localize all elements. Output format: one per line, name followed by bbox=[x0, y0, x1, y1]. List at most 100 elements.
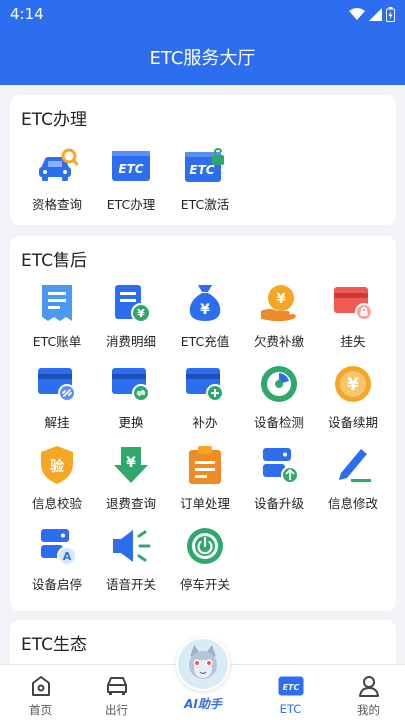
svg-text:¥: ¥ bbox=[347, 375, 359, 395]
item-label: 设备检测 bbox=[253, 415, 304, 430]
svg-text:¥: ¥ bbox=[200, 302, 210, 318]
grid-item-device-upgrade[interactable]: 设备升级 bbox=[242, 444, 316, 512]
item-label: 设备续期 bbox=[327, 415, 378, 430]
item-label: 设备启停 bbox=[31, 577, 82, 592]
signal-icon bbox=[369, 7, 382, 21]
item-label: 订单处理 bbox=[179, 496, 230, 511]
section-title: ETC售后 bbox=[21, 251, 87, 271]
reissue-card-icon bbox=[184, 363, 226, 405]
page-title: ETC服务大厅 bbox=[149, 47, 256, 69]
status-time: 4:14 bbox=[10, 5, 44, 23]
device-toggle-icon: A bbox=[36, 525, 78, 567]
money-bag-icon: ¥ bbox=[184, 282, 226, 324]
grid-item-arrears-payment[interactable]: ¥ 欠费补缴 bbox=[242, 282, 316, 350]
device-renew-icon: ¥ bbox=[332, 363, 374, 405]
tab-label: ETC bbox=[279, 702, 302, 716]
grid-item-info-verify[interactable]: 验 信息校验 bbox=[20, 444, 94, 512]
item-label: 资格查询 bbox=[31, 197, 82, 212]
profile-icon bbox=[356, 673, 382, 699]
ai-assistant-button[interactable] bbox=[176, 637, 230, 691]
item-label: 退费查询 bbox=[105, 496, 156, 511]
home-icon bbox=[28, 673, 54, 699]
section-title: ETC生态 bbox=[21, 635, 87, 655]
grid-item-etc-apply[interactable]: ETC ETC办理 bbox=[94, 145, 168, 213]
grid-item-etc-recharge[interactable]: ¥ ETC充值 bbox=[168, 282, 242, 350]
device-upgrade-icon bbox=[258, 444, 300, 486]
item-label: 欠费补缴 bbox=[253, 334, 304, 349]
etc-handle-card: ETC办理 资格查询 ETC ETC办理 ETC ETC激活 bbox=[10, 95, 396, 225]
battery-icon bbox=[386, 6, 395, 22]
status-bar: 4:14 bbox=[0, 0, 405, 28]
svg-text:ETC: ETC bbox=[118, 162, 143, 176]
svg-text:ETC: ETC bbox=[282, 683, 299, 692]
car-icon bbox=[104, 673, 130, 699]
etc-activate-icon: ETC bbox=[184, 145, 226, 187]
device-check-icon bbox=[258, 363, 300, 405]
section-title: ETC办理 bbox=[21, 110, 87, 130]
report-loss-icon bbox=[332, 282, 374, 324]
etc-card-icon: ETC bbox=[110, 145, 152, 187]
order-clipboard-icon bbox=[184, 444, 226, 486]
tab-mine[interactable]: 我的 bbox=[328, 665, 405, 720]
car-search-icon bbox=[36, 145, 78, 187]
item-label: 挂失 bbox=[340, 334, 366, 349]
etc-tab-icon: ETC bbox=[278, 673, 304, 699]
consumption-detail-icon: ¥ bbox=[110, 282, 152, 324]
tab-etc[interactable]: ETC ETC bbox=[250, 665, 331, 720]
arrears-payment-icon: ¥ bbox=[258, 282, 300, 324]
verify-shield-icon: 验 bbox=[36, 444, 78, 486]
item-label: 补办 bbox=[192, 415, 218, 430]
grid-item-qualification[interactable]: 资格查询 bbox=[20, 145, 94, 213]
app-header: ETC服务大厅 bbox=[0, 28, 405, 85]
svg-text:¥: ¥ bbox=[137, 307, 145, 320]
etc-after-sales-card: ETC售后 ETC账单 ¥ 消费明细 ¥ ETC充值 ¥ 欠费补缴 挂失 解挂 … bbox=[10, 236, 396, 611]
refund-query-icon: ¥ bbox=[110, 444, 152, 486]
svg-text:¥: ¥ bbox=[126, 455, 136, 471]
svg-text:¥: ¥ bbox=[276, 292, 285, 307]
ai-assistant-icon bbox=[189, 645, 217, 679]
grid-item-device-toggle[interactable]: A 设备启停 bbox=[20, 525, 94, 593]
item-label: 更换 bbox=[118, 415, 144, 430]
speaker-icon bbox=[110, 525, 152, 567]
item-label: 设备升级 bbox=[253, 496, 304, 511]
item-label: 消费明细 bbox=[105, 334, 156, 349]
grid-item-info-edit[interactable]: 信息修改 bbox=[316, 444, 390, 512]
grid-item-etc-activate[interactable]: ETC ETC激活 bbox=[168, 145, 242, 213]
edit-pen-icon bbox=[332, 444, 374, 486]
grid-item-replace[interactable]: 更换 bbox=[94, 363, 168, 431]
item-label: 停车开关 bbox=[179, 577, 230, 592]
power-icon bbox=[184, 525, 226, 567]
bill-icon bbox=[36, 282, 78, 324]
grid-item-report-loss[interactable]: 挂失 bbox=[316, 282, 390, 350]
grid-item-parking-switch[interactable]: 停车开关 bbox=[168, 525, 242, 593]
grid-item-unlink[interactable]: 解挂 bbox=[20, 363, 94, 431]
svg-text:验: 验 bbox=[50, 458, 65, 475]
replace-card-icon bbox=[110, 363, 152, 405]
item-label: ETC充值 bbox=[180, 334, 230, 349]
grid-item-reissue[interactable]: 补办 bbox=[168, 363, 242, 431]
item-label: 语音开关 bbox=[105, 577, 156, 592]
grid-item-refund-query[interactable]: ¥ 退费查询 bbox=[94, 444, 168, 512]
tab-home[interactable]: 首页 bbox=[0, 665, 81, 720]
ai-assistant-label[interactable]: AI助手 bbox=[170, 695, 236, 712]
wifi-icon bbox=[349, 7, 365, 20]
tab-label: 出行 bbox=[105, 703, 128, 717]
unlink-card-icon bbox=[36, 363, 78, 405]
grid-item-order-process[interactable]: 订单处理 bbox=[168, 444, 242, 512]
status-icons bbox=[349, 6, 395, 22]
tab-label: 首页 bbox=[29, 703, 52, 717]
grid-item-etc-bill[interactable]: ETC账单 bbox=[20, 282, 94, 350]
tab-label: 我的 bbox=[357, 703, 380, 717]
grid-item-consumption-detail[interactable]: ¥ 消费明细 bbox=[94, 282, 168, 350]
svg-text:A: A bbox=[63, 550, 72, 563]
svg-text:ETC: ETC bbox=[189, 163, 214, 177]
item-label: 信息修改 bbox=[327, 496, 378, 511]
tab-travel[interactable]: 出行 bbox=[76, 665, 157, 720]
item-label: 解挂 bbox=[44, 415, 70, 430]
item-label: 信息校验 bbox=[31, 496, 82, 511]
grid-item-device-renew[interactable]: ¥ 设备续期 bbox=[316, 363, 390, 431]
grid-item-voice-switch[interactable]: 语音开关 bbox=[94, 525, 168, 593]
item-label: ETC账单 bbox=[32, 334, 82, 349]
item-label: ETC激活 bbox=[180, 197, 230, 212]
grid-item-device-check[interactable]: 设备检测 bbox=[242, 363, 316, 431]
